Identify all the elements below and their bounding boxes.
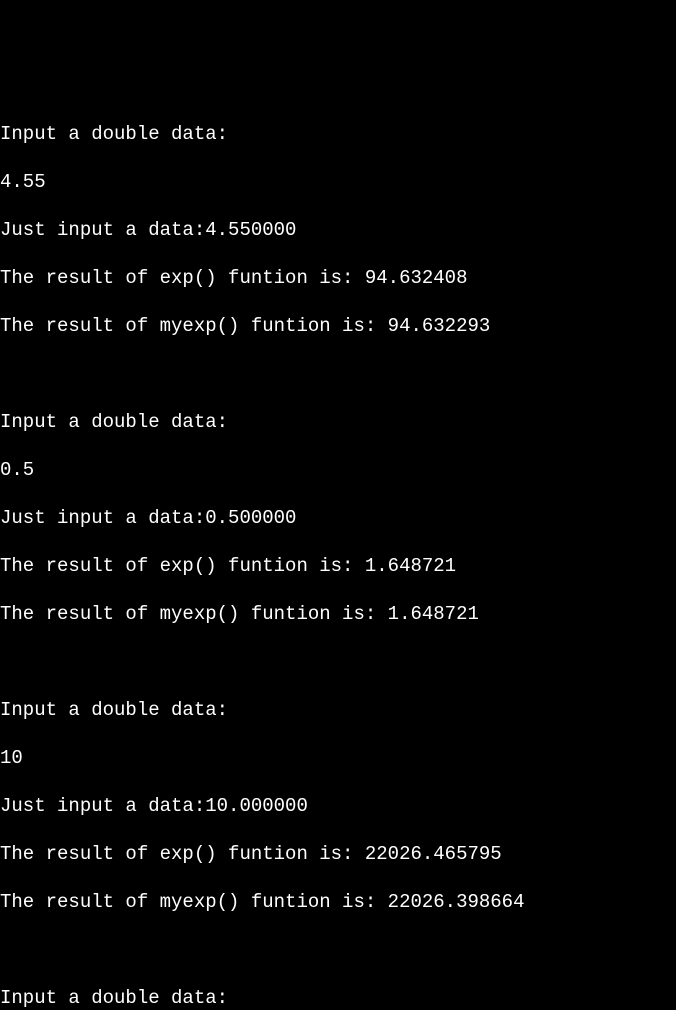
blank-line bbox=[0, 938, 676, 962]
prompt-line: Input a double data: bbox=[0, 410, 676, 434]
prompt-line: Input a double data: bbox=[0, 986, 676, 1010]
output-line: The result of myexp() funtion is: 22026.… bbox=[0, 890, 676, 914]
output-line: The result of exp() funtion is: 1.648721 bbox=[0, 554, 676, 578]
output-line: The result of myexp() funtion is: 94.632… bbox=[0, 314, 676, 338]
user-input-line: 0.5 bbox=[0, 458, 676, 482]
output-line: The result of exp() funtion is: 94.63240… bbox=[0, 266, 676, 290]
prompt-line: Input a double data: bbox=[0, 122, 676, 146]
prompt-line: Input a double data: bbox=[0, 698, 676, 722]
output-line: Just input a data:10.000000 bbox=[0, 794, 676, 818]
user-input-line: 10 bbox=[0, 746, 676, 770]
output-line: The result of myexp() funtion is: 1.6487… bbox=[0, 602, 676, 626]
output-line: The result of exp() funtion is: 22026.46… bbox=[0, 842, 676, 866]
terminal-output[interactable]: Input a double data: 4.55 Just input a d… bbox=[0, 98, 676, 601]
output-line: Just input a data:4.550000 bbox=[0, 218, 676, 242]
blank-line bbox=[0, 362, 676, 386]
user-input-line: 4.55 bbox=[0, 170, 676, 194]
blank-line bbox=[0, 650, 676, 674]
output-line: Just input a data:0.500000 bbox=[0, 506, 676, 530]
